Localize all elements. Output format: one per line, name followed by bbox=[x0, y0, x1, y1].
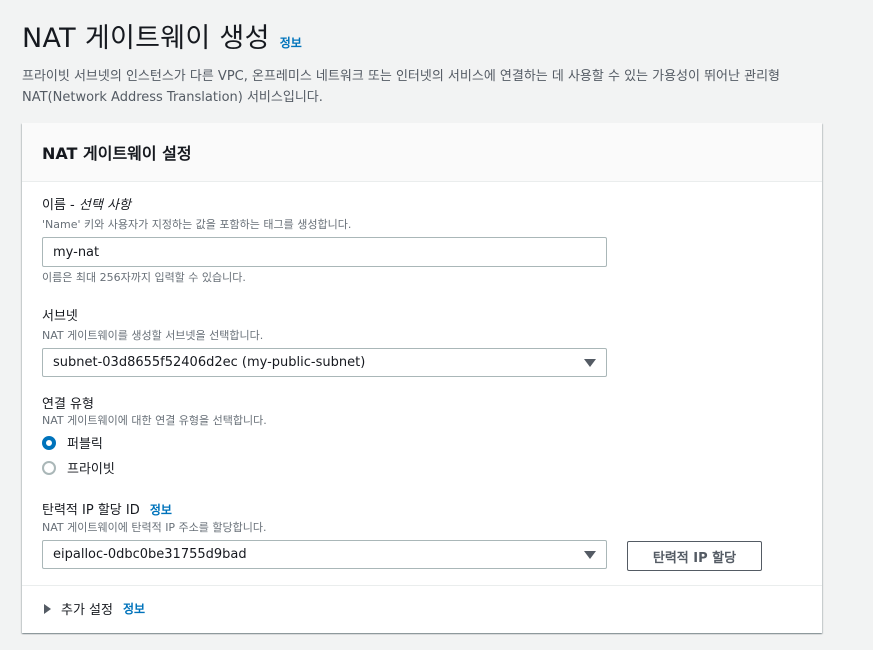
subnet-select[interactable]: subnet-03d8655f52406d2ec (my-public-subn… bbox=[42, 348, 607, 377]
caret-right-icon bbox=[44, 603, 51, 614]
eip-label: 탄력적 IP 할당 ID 정보 bbox=[42, 503, 172, 518]
name-constraint: 이름은 최대 256자까지 입력할 수 있습니다. bbox=[42, 271, 246, 284]
caret-down-icon bbox=[584, 358, 596, 367]
radio-private-indicator[interactable] bbox=[42, 460, 56, 475]
additional-settings-expander[interactable]: 추가 설정 정보 bbox=[44, 599, 145, 618]
page-description: 프라이빗 서브넷의 인스턴스가 다른 VPC, 온프레미스 네트워크 또는 인터… bbox=[22, 69, 780, 105]
subnet-label: 서브넷 bbox=[42, 309, 78, 324]
connectivity-description: NAT 게이트웨이에 대한 연결 유형을 선택합니다. bbox=[42, 414, 267, 427]
subnet-field: 서브넷 NAT 게이트웨이를 생성할 서브넷을 선택합니다. subnet-03… bbox=[42, 309, 607, 377]
eip-select[interactable]: eipalloc-0dbc0be31755d9bad bbox=[42, 540, 607, 569]
name-label-optional: 선택 사항 bbox=[78, 198, 131, 213]
subnet-selected-value: subnet-03d8655f52406d2ec (my-public-subn… bbox=[53, 355, 366, 370]
additional-info-link[interactable]: 정보 bbox=[123, 600, 145, 617]
eip-description: NAT 게이트웨이에 탄력적 IP 주소를 할당합니다. bbox=[42, 521, 267, 534]
page-title: NAT 게이트웨이 생성 bbox=[22, 23, 270, 54]
radio-private-label: 프라이빗 bbox=[67, 462, 115, 477]
nat-settings-panel: NAT 게이트웨이 설정 이름 - 선택 사항 'Name' 키와 사용자가 지… bbox=[22, 123, 822, 633]
divider bbox=[22, 585, 822, 586]
name-label: 이름 - 선택 사항 bbox=[42, 198, 131, 213]
panel-header: NAT 게이트웨이 설정 bbox=[22, 123, 822, 182]
page-header: NAT 게이트웨이 생성 정보 bbox=[22, 16, 302, 55]
name-description: 'Name' 키와 사용자가 지정하는 값을 포함하는 태그를 생성합니다. bbox=[42, 218, 352, 231]
radio-public-indicator[interactable] bbox=[42, 435, 56, 450]
subnet-description: NAT 게이트웨이를 생성할 서브넷을 선택합니다. bbox=[42, 329, 264, 342]
eip-info-link[interactable]: 정보 bbox=[150, 503, 172, 517]
panel-title: NAT 게이트웨이 설정 bbox=[42, 144, 192, 163]
connectivity-field: 연결 유형 NAT 게이트웨이에 대한 연결 유형을 선택합니다. 퍼블릭 프라… bbox=[42, 397, 267, 480]
radio-public-label: 퍼블릭 bbox=[67, 437, 103, 452]
additional-settings-label: 추가 설정 bbox=[61, 603, 113, 618]
radio-public[interactable]: 퍼블릭 bbox=[42, 430, 267, 455]
eip-field: 탄력적 IP 할당 ID 정보 NAT 게이트웨이에 탄력적 IP 주소를 할당… bbox=[42, 502, 607, 569]
caret-down-icon bbox=[584, 550, 596, 559]
info-link[interactable]: 정보 bbox=[280, 34, 302, 51]
allocate-eip-button[interactable]: 탄력적 IP 할당 bbox=[627, 541, 762, 571]
name-field: 이름 - 선택 사항 'Name' 키와 사용자가 지정하는 값을 포함하는 태… bbox=[42, 198, 607, 285]
eip-selected-value: eipalloc-0dbc0be31755d9bad bbox=[53, 547, 247, 562]
connectivity-label: 연결 유형 bbox=[42, 397, 94, 412]
radio-private[interactable]: 프라이빗 bbox=[42, 455, 267, 480]
name-input[interactable]: my-nat bbox=[42, 237, 607, 267]
